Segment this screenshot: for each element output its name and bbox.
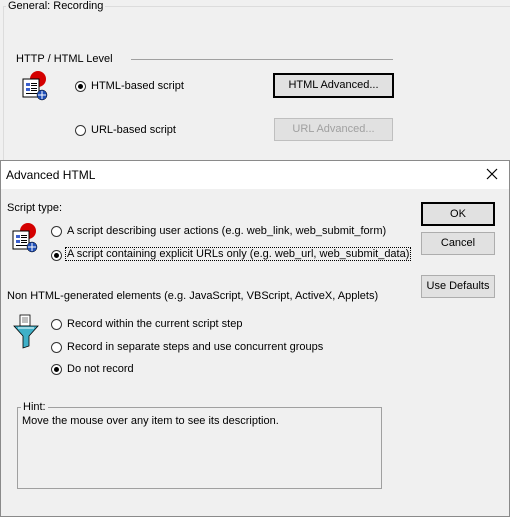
url-based-label[interactable]: URL-based script xyxy=(91,124,176,136)
ok-button[interactable]: OK xyxy=(421,202,495,226)
record-current-step-label[interactable]: Record within the current script step xyxy=(67,318,242,330)
hint-label: Hint: xyxy=(21,401,48,413)
hint-text: Move the mouse over any item to see its … xyxy=(22,415,279,427)
record-current-step-radio[interactable] xyxy=(51,319,62,330)
dialog-title: Advanced HTML xyxy=(6,168,96,182)
script-explicit-urls-radio[interactable] xyxy=(51,250,62,261)
html-advanced-label: HTML Advanced... xyxy=(288,79,379,91)
html-based-radio[interactable] xyxy=(75,81,86,92)
url-advanced-button[interactable]: URL Advanced... xyxy=(274,118,393,141)
http-html-level-title: HTTP / HTML Level xyxy=(16,53,113,65)
non-html-elements-label: Non HTML-generated elements (e.g. JavaSc… xyxy=(7,290,379,302)
cancel-label: Cancel xyxy=(440,237,476,249)
use-defaults-label: Use Defaults xyxy=(426,280,490,292)
recording-group-title: General: Recording xyxy=(6,0,106,12)
script-user-actions-label[interactable]: A script describing user actions (e.g. w… xyxy=(67,225,386,237)
section-divider xyxy=(131,59,393,60)
script-user-actions-radio[interactable] xyxy=(51,226,62,237)
script-document-icon xyxy=(20,70,52,102)
url-advanced-label: URL Advanced... xyxy=(292,123,375,135)
url-based-radio[interactable] xyxy=(75,125,86,136)
record-separate-steps-label[interactable]: Record in separate steps and use concurr… xyxy=(67,341,323,353)
html-based-label[interactable]: HTML-based script xyxy=(91,80,184,92)
script-document-icon xyxy=(10,222,42,254)
script-type-label: Script type: xyxy=(7,202,63,214)
do-not-record-radio[interactable] xyxy=(51,364,62,375)
do-not-record-label[interactable]: Do not record xyxy=(67,363,134,375)
close-icon[interactable] xyxy=(480,162,504,186)
script-explicit-urls-label[interactable]: A script containing explicit URLs only (… xyxy=(64,247,412,261)
filter-funnel-icon xyxy=(12,314,42,350)
record-separate-steps-radio[interactable] xyxy=(51,342,62,353)
cancel-button[interactable]: Cancel xyxy=(421,232,495,255)
html-advanced-button[interactable]: HTML Advanced... xyxy=(273,73,394,98)
ok-label: OK xyxy=(450,208,466,220)
use-defaults-button[interactable]: Use Defaults xyxy=(421,275,495,298)
